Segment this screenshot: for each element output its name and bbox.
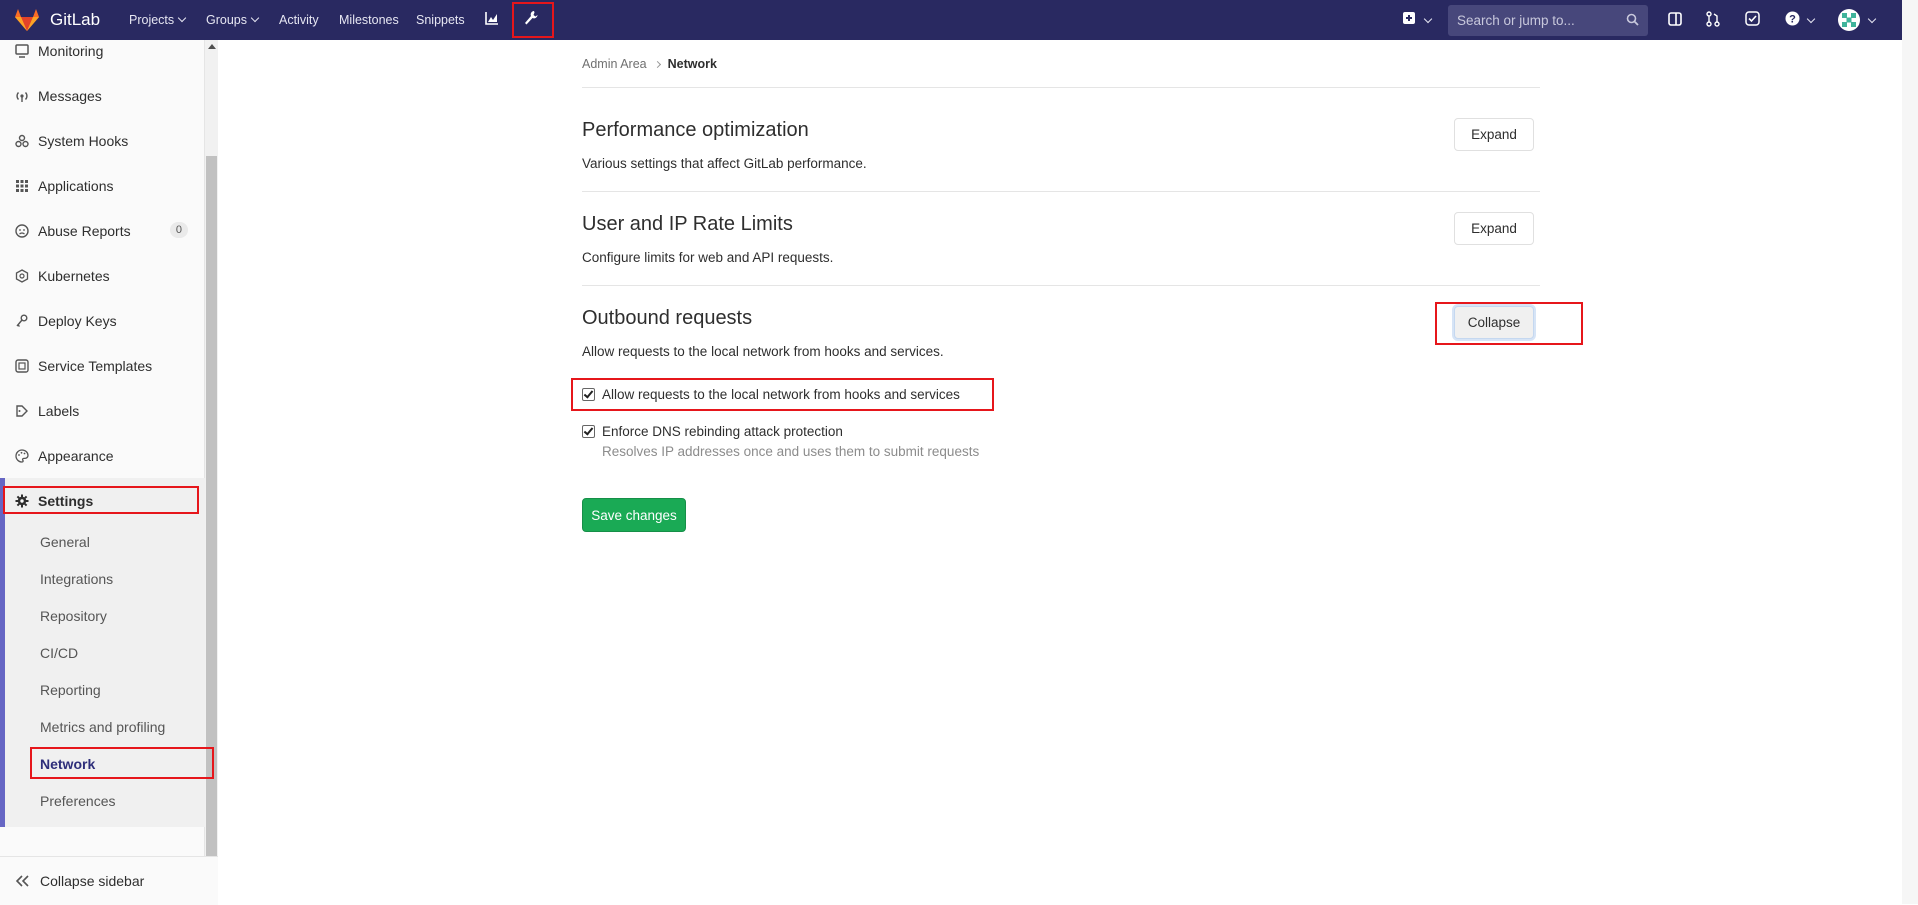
sidebar-item-messages[interactable]: Messages bbox=[0, 76, 200, 116]
search-box[interactable] bbox=[1448, 5, 1648, 36]
face-icon bbox=[15, 224, 29, 238]
labels-icon bbox=[16, 405, 28, 417]
nav-groups[interactable]: Groups bbox=[206, 13, 260, 27]
collapse-sidebar-label: Collapse sidebar bbox=[40, 873, 145, 889]
merge-request-icon[interactable] bbox=[1706, 11, 1720, 27]
expand-performance-button[interactable]: Expand bbox=[1454, 118, 1534, 151]
sidebar-subitem-preferences[interactable]: Preferences bbox=[40, 793, 115, 809]
breadcrumb-current[interactable]: Network bbox=[668, 57, 717, 71]
admin-area-highlight bbox=[512, 2, 554, 38]
todo-icon[interactable] bbox=[1745, 11, 1760, 26]
sidebar-subitem-ci-cd[interactable]: CI/CD bbox=[40, 645, 78, 661]
dns-rebinding-help-text: Resolves IP addresses once and uses them… bbox=[602, 444, 980, 459]
sidebar-item-label: Kubernetes bbox=[38, 268, 110, 284]
sidebar-item-monitoring[interactable]: Monitoring bbox=[0, 31, 200, 71]
sidebar-toggle-icon[interactable] bbox=[1668, 11, 1682, 27]
sidebar-item-applications[interactable]: Applications bbox=[0, 166, 200, 206]
save-changes-button[interactable]: Save changes bbox=[582, 498, 686, 532]
top-navbar: GitLab Projects Groups Activity Mileston… bbox=[0, 0, 1902, 40]
sidebar-item-appearance[interactable]: Appearance bbox=[0, 436, 200, 476]
sidebar-item-label: System Hooks bbox=[38, 133, 129, 149]
collapse-highlight bbox=[1435, 302, 1583, 345]
dns-rebinding-label[interactable]: Enforce DNS rebinding attack protection bbox=[602, 424, 843, 439]
sidebar-item-labels[interactable]: Labels bbox=[0, 391, 200, 431]
abuse-reports-count-badge: 0 bbox=[169, 222, 188, 238]
sidebar-item-system-hooks[interactable]: System Hooks bbox=[0, 121, 200, 161]
key-icon bbox=[16, 314, 28, 327]
scroll-up-arrow-icon[interactable] bbox=[208, 44, 216, 49]
palette-icon bbox=[15, 449, 29, 463]
chart-icon[interactable] bbox=[485, 11, 499, 25]
nav-milestones[interactable]: Milestones bbox=[339, 13, 399, 27]
broadcast-icon bbox=[16, 92, 28, 102]
chevron-down-icon bbox=[177, 13, 187, 23]
section-desc-rate-limits: Configure limits for web and API request… bbox=[582, 250, 834, 265]
template-icon bbox=[15, 359, 29, 373]
monitor-icon bbox=[15, 44, 29, 58]
breadcrumb: Admin Area Network bbox=[582, 57, 717, 71]
help-icon[interactable]: ? bbox=[1785, 11, 1800, 26]
chevron-down-icon[interactable] bbox=[1867, 14, 1877, 24]
section-desc-performance: Various settings that affect GitLab perf… bbox=[582, 156, 867, 171]
chevron-down-icon[interactable] bbox=[1423, 14, 1433, 24]
section-title-rate-limits: User and IP Rate Limits bbox=[582, 213, 793, 235]
sidebar-item-label: Messages bbox=[38, 88, 102, 104]
grid-icon bbox=[16, 180, 28, 192]
sidebar-item-label: Appearance bbox=[38, 448, 114, 464]
sidebar-item-service-templates[interactable]: Service Templates bbox=[0, 346, 200, 386]
chevron-right-icon bbox=[653, 60, 661, 69]
settings-highlight bbox=[3, 486, 199, 514]
sidebar-subitem-reporting[interactable]: Reporting bbox=[40, 682, 101, 698]
brand-name[interactable]: GitLab bbox=[50, 10, 100, 30]
kubernetes-icon bbox=[15, 269, 29, 283]
network-highlight bbox=[30, 747, 214, 779]
sidebar-subitem-metrics-and-profiling[interactable]: Metrics and profiling bbox=[40, 719, 165, 735]
sidebar-item-kubernetes[interactable]: Kubernetes bbox=[0, 256, 200, 296]
section-title-outbound: Outbound requests bbox=[582, 307, 753, 329]
double-chevron-left-icon bbox=[16, 875, 29, 887]
sidebar-item-deploy-keys[interactable]: Deploy Keys bbox=[0, 301, 200, 341]
nav-activity[interactable]: Activity bbox=[279, 13, 319, 27]
dns-rebinding-checkbox[interactable] bbox=[582, 425, 595, 438]
page-scrollbar[interactable] bbox=[1902, 0, 1918, 904]
nav-snippets[interactable]: Snippets bbox=[416, 13, 465, 27]
hook-icon bbox=[15, 134, 29, 148]
divider bbox=[582, 191, 1540, 192]
allow-local-highlight bbox=[571, 378, 994, 411]
nav-projects[interactable]: Projects bbox=[129, 13, 187, 27]
sidebar-item-label: Monitoring bbox=[38, 43, 104, 59]
search-input[interactable] bbox=[1448, 5, 1619, 36]
sidebar-subitem-general[interactable]: General bbox=[40, 534, 90, 550]
gitlab-logo-icon[interactable] bbox=[14, 8, 40, 32]
sidebar-subitem-repository[interactable]: Repository bbox=[40, 608, 107, 624]
breadcrumb-admin-area[interactable]: Admin Area bbox=[582, 57, 647, 71]
search-icon bbox=[1626, 13, 1639, 26]
divider bbox=[582, 87, 1540, 88]
chevron-down-icon[interactable] bbox=[1806, 14, 1816, 24]
section-desc-outbound: Allow requests to the local network from… bbox=[582, 344, 944, 359]
sidebar-item-abuse-reports[interactable]: Abuse Reports 0 bbox=[0, 211, 200, 251]
section-title-performance: Performance optimization bbox=[582, 119, 809, 141]
sidebar-item-label: Applications bbox=[38, 178, 114, 194]
plus-square-icon[interactable] bbox=[1402, 11, 1416, 25]
chevron-down-icon bbox=[250, 13, 260, 23]
sidebar-item-label: Abuse Reports bbox=[38, 223, 131, 239]
sidebar-subitem-integrations[interactable]: Integrations bbox=[40, 571, 113, 587]
avatar[interactable] bbox=[1838, 9, 1860, 31]
sidebar-item-label: Service Templates bbox=[38, 358, 153, 374]
divider bbox=[582, 285, 1540, 286]
sidebar-item-label: Labels bbox=[38, 403, 80, 419]
expand-rate-limits-button[interactable]: Expand bbox=[1454, 212, 1534, 245]
collapse-sidebar-button[interactable]: Collapse sidebar bbox=[0, 856, 218, 905]
svg-text:?: ? bbox=[1789, 14, 1796, 26]
sidebar-item-label: Deploy Keys bbox=[38, 313, 117, 329]
